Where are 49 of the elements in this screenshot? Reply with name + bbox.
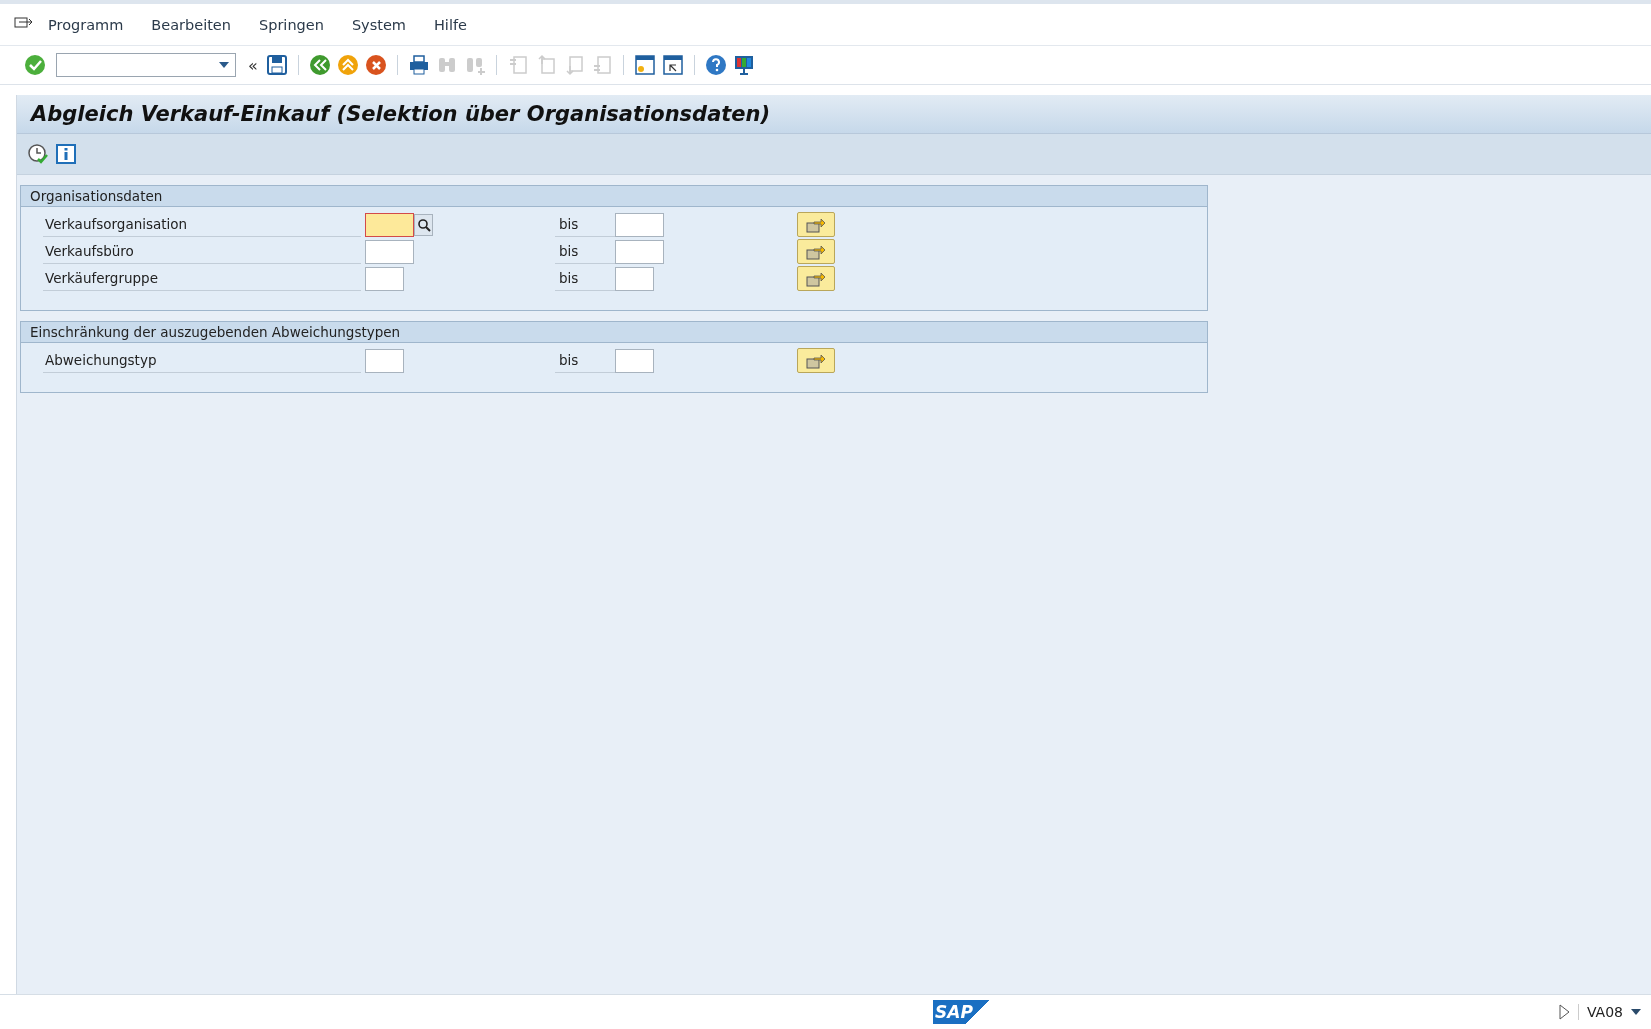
search-help-button[interactable] [414, 213, 433, 236]
menu-item[interactable]: Programm [48, 16, 124, 33]
menu-item[interactable]: Bearbeiten [151, 16, 231, 33]
multiple-selection-button[interactable] [797, 266, 835, 291]
sap-logo: SAP [933, 1000, 989, 1024]
print-icon[interactable] [407, 54, 430, 76]
help-icon[interactable] [704, 54, 727, 76]
input-field[interactable] [615, 348, 654, 373]
info-icon[interactable] [55, 143, 77, 165]
input-field[interactable] [615, 239, 664, 264]
shortcut-icon[interactable] [661, 54, 684, 76]
arrow-folder-icon [806, 216, 826, 233]
command-field[interactable] [56, 53, 236, 77]
group-title: Einschränkung der auszugebenden Abweichungstypen [21, 322, 1207, 343]
monitor-icon[interactable] [732, 54, 755, 76]
play-icon[interactable] [1557, 1004, 1570, 1020]
new-session-icon[interactable] [633, 54, 656, 76]
collapse-toggle[interactable]: « [248, 55, 258, 75]
group-title: Organisationsdaten [21, 186, 1207, 207]
execute-icon[interactable] [27, 143, 49, 165]
cancel-icon[interactable] [364, 54, 387, 76]
menu-item[interactable]: Hilfe [433, 16, 467, 33]
dropdown-icon[interactable] [1631, 1009, 1641, 1015]
dropdown-icon[interactable] [219, 62, 229, 68]
arrow-folder-icon [806, 352, 826, 369]
input-field[interactable] [365, 212, 414, 237]
field-label: Verkaufsorganisation [43, 212, 361, 237]
transaction-code: VA08 [1577, 1004, 1623, 1020]
multiple-selection-button[interactable] [797, 212, 835, 237]
input-field[interactable] [615, 266, 654, 291]
field-label: Abweichungstyp [43, 348, 361, 373]
save-icon[interactable] [265, 54, 288, 76]
input-field[interactable] [365, 348, 404, 373]
input-field[interactable] [365, 239, 414, 264]
field-label: Verkäufergruppe [43, 266, 361, 291]
input-field[interactable] [365, 266, 404, 291]
arrow-folder-icon [806, 243, 826, 260]
back-icon[interactable] [308, 54, 331, 76]
menu-item[interactable]: System [351, 16, 406, 33]
arrow-folder-icon [806, 270, 826, 287]
multiple-selection-button[interactable] [797, 348, 835, 373]
field-label: Verkaufsbüro [43, 239, 361, 264]
checkmark-icon[interactable] [24, 54, 46, 76]
screen-title: Abgleich Verkauf-Einkauf (Selektion über Organisationsdaten) [31, 102, 771, 126]
multiple-selection-button[interactable] [797, 239, 835, 264]
input-field[interactable] [615, 212, 664, 237]
search-icon [416, 217, 431, 232]
exit-icon[interactable] [336, 54, 359, 76]
menu-item[interactable]: Springen [259, 16, 324, 33]
